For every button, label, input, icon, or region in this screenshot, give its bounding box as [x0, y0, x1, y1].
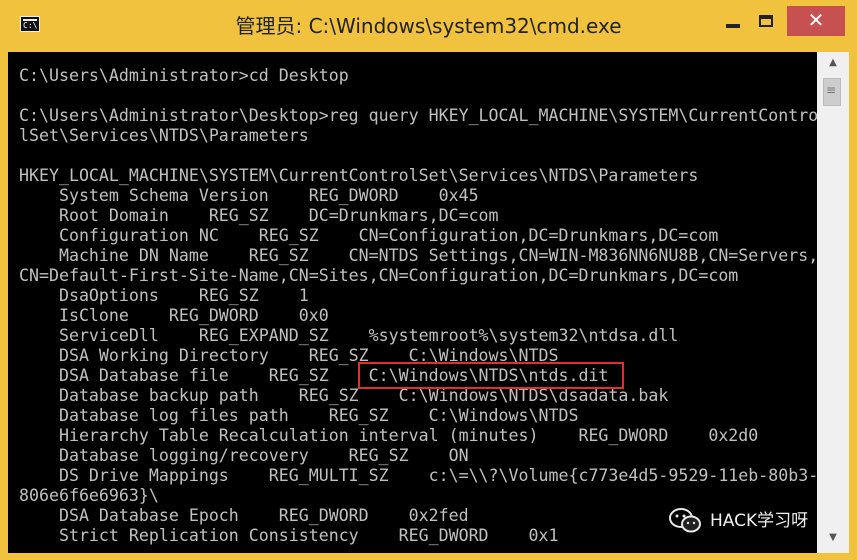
console-line: ServiceDll REG_EXPAND_SZ %systemroot%\sy…	[19, 326, 679, 345]
scroll-up-button[interactable]: ▲	[821, 52, 845, 74]
title-bar[interactable]: C:\ 管理员: C:\Windows\system32\cmd.exe ✕	[0, 0, 857, 52]
console-line: DS Drive Mappings REG_MULTI_SZ c:\=\\?\V…	[19, 466, 817, 485]
console-line: Root Domain REG_SZ DC=Drunkmars,DC=com	[19, 206, 499, 225]
console-line: Hierarchy Table Recalculation interval (…	[19, 426, 759, 445]
close-icon: ✕	[807, 8, 825, 32]
vertical-scrollbar[interactable]: ▲ ▼	[817, 52, 849, 553]
watermark: HACK学习呀	[668, 505, 838, 539]
console-line: Database logging/recovery REG_SZ ON	[19, 446, 469, 465]
window-border	[0, 553, 857, 560]
console-line: DsaOptions REG_SZ 1	[19, 286, 309, 305]
console-line: Configuration NC REG_SZ CN=Configuration…	[19, 226, 719, 245]
minimize-button[interactable]	[719, 10, 749, 34]
minimize-icon	[726, 24, 740, 28]
watermark-text: HACK学习呀	[710, 511, 809, 531]
console-line: IsClone REG_DWORD 0x0	[19, 306, 329, 325]
console-line: Database log files path REG_SZ C:\Window…	[19, 406, 579, 425]
wechat-icon	[669, 508, 701, 533]
console-line: C:\Users\Administrator\Desktop>reg query…	[19, 106, 817, 125]
maximize-button[interactable]	[750, 10, 780, 34]
maximize-icon	[759, 15, 773, 27]
console-line: Database backup path REG_SZ C:\Windows\N…	[19, 386, 669, 405]
console-line: HKEY_LOCAL_MACHINE\SYSTEM\CurrentControl…	[19, 166, 699, 185]
close-button[interactable]: ✕	[787, 6, 845, 36]
console-line: Machine DN Name REG_SZ CN=NTDS Settings,…	[19, 246, 817, 265]
console-line: CN=Default-First-Site-Name,CN=Sites,CN=C…	[19, 266, 739, 285]
console-line: lSet\Services\NTDS\Parameters	[19, 126, 309, 145]
console-line: 806e6f6e6963}\	[19, 486, 159, 505]
console-line: Strict Replication Consistency REG_DWORD…	[19, 526, 559, 545]
scroll-thumb[interactable]	[823, 78, 841, 106]
console-line: DSA Database Epoch REG_DWORD 0x2fed	[19, 506, 469, 525]
cmd-window: C:\ 管理员: C:\Windows\system32\cmd.exe ✕ C…	[0, 0, 857, 560]
console-output[interactable]: C:\Users\Administrator>cd Desktop C:\Use…	[8, 52, 817, 553]
console-line: C:\Users\Administrator>cd Desktop	[19, 66, 349, 85]
console-line: System Schema Version REG_DWORD 0x45	[19, 186, 479, 205]
ntds-path-highlight	[358, 362, 624, 389]
